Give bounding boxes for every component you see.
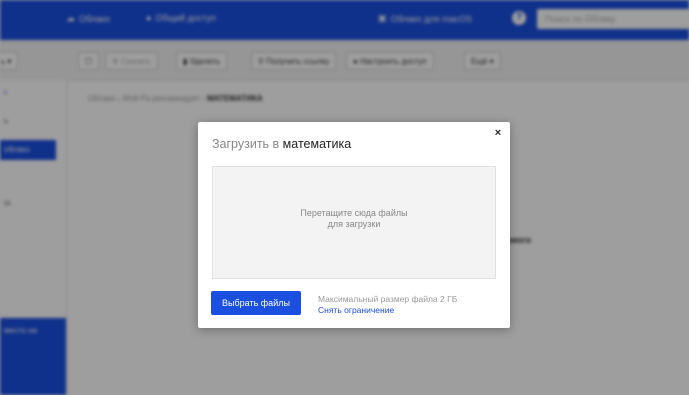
dropzone-hint-line1: Перетащите сюда файлы (300, 208, 408, 218)
file-dropzone[interactable]: Перетащите сюда файлы для загрузки (212, 166, 496, 279)
max-size-text: Максимальный размер файла 2 ГБ (318, 294, 458, 304)
dialog-title-folder: математика (282, 137, 352, 151)
upload-dialog: × Загрузить в математика Перетащите сюда… (198, 122, 510, 328)
remove-limit-link[interactable]: Снять ограничение (318, 305, 457, 316)
dropzone-hint-line2: для загрузки (327, 219, 381, 229)
dialog-title: Загрузить в математика (212, 137, 351, 151)
choose-files-button[interactable]: Выбрать файлы (211, 291, 301, 315)
dropzone-hint: Перетащите сюда файлы для загрузки (213, 208, 495, 230)
close-icon[interactable]: × (492, 127, 504, 139)
upload-limit-info: Максимальный размер файла 2 ГБ Снять огр… (318, 294, 457, 316)
dialog-title-prefix: Загрузить в (212, 137, 280, 151)
